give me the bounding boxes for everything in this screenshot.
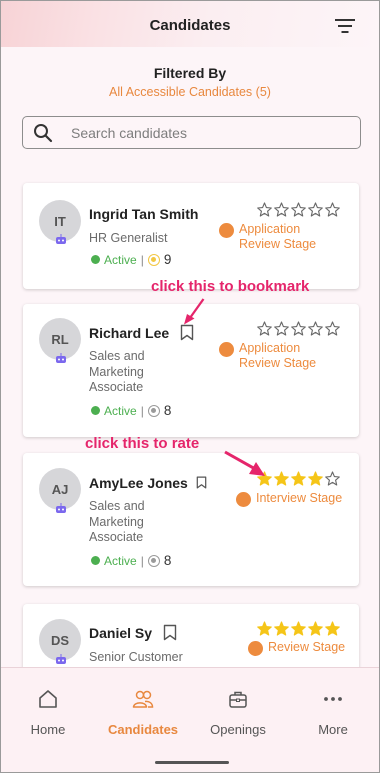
star-icon[interactable] [308, 471, 323, 486]
star-icon[interactable] [325, 471, 340, 486]
points-coin-icon [147, 554, 160, 567]
star-icon[interactable] [325, 202, 340, 217]
nav-label: Home [30, 722, 66, 737]
bookmark-icon[interactable] [196, 476, 207, 489]
candidate-name[interactable]: AmyLee Jones [89, 475, 188, 491]
bookmark-annotation: click this to bookmark [151, 278, 310, 295]
star-icon[interactable] [308, 621, 323, 636]
status-row: Active | 9 [91, 252, 171, 267]
rating-stars[interactable] [257, 471, 340, 486]
star-icon[interactable] [257, 321, 272, 336]
star-icon[interactable] [274, 321, 289, 336]
stage-badge[interactable]: Interview Stage [236, 491, 342, 507]
stage-label: Application Review Stage [239, 222, 317, 251]
status-text: Active [104, 252, 137, 267]
stage-badge[interactable]: Review Stage [248, 640, 345, 656]
filter-icon[interactable] [335, 18, 355, 34]
people-icon [132, 690, 154, 708]
points-value: 8 [163, 403, 172, 418]
bottom-nav: Home Candidates Openings More [1, 667, 379, 772]
star-icon[interactable] [325, 321, 340, 336]
candidate-role: Sales and Marketing Associate [89, 349, 145, 394]
star-icon[interactable] [257, 202, 272, 217]
star-icon[interactable] [325, 621, 340, 636]
stage-badge[interactable]: Application Review Stage [219, 222, 329, 251]
candidate-name[interactable]: Ingrid Tan Smith [89, 206, 198, 222]
candidate-name[interactable]: Richard Lee [89, 325, 169, 341]
status-dot [91, 556, 100, 565]
status-row: Active | 8 [91, 403, 171, 418]
search-box[interactable] [22, 116, 361, 149]
star-icon[interactable] [291, 471, 306, 486]
stage-dot-icon [219, 342, 234, 357]
stage-badge[interactable]: Application Review Stage [219, 341, 329, 370]
separator: | [140, 403, 144, 418]
bookmark-icon[interactable] [163, 624, 177, 641]
stage-dot-icon [236, 492, 251, 507]
star-icon[interactable] [291, 202, 306, 217]
status-text: Active [104, 553, 137, 568]
search-icon [34, 124, 53, 143]
candidate-card[interactable]: AJ AmyLee Jones Sales and Marketing Asso… [23, 453, 359, 586]
page-title: Candidates [149, 17, 231, 34]
separator: | [140, 252, 144, 267]
nav-more[interactable]: More [293, 688, 373, 737]
stage-dot-icon [248, 641, 263, 656]
rate-annotation: click this to rate [85, 435, 200, 452]
star-icon[interactable] [308, 321, 323, 336]
points-coin-icon [147, 253, 160, 266]
star-icon[interactable] [274, 621, 289, 636]
app-screen: Candidates Filtered By All Accessible Ca… [0, 0, 380, 773]
candidate-card[interactable]: IT Ingrid Tan Smith HR Generalist Active… [23, 183, 359, 289]
candidate-role: Sales and Marketing Associate [89, 499, 145, 544]
annotation-arrow-icon [184, 298, 205, 325]
candidate-role: Senior Customer [89, 650, 183, 664]
star-icon[interactable] [291, 321, 306, 336]
candidate-name[interactable]: Daniel Sy [89, 625, 152, 641]
home-indicator [155, 761, 229, 764]
rating-stars[interactable] [257, 621, 340, 636]
more-dots-icon [324, 697, 342, 701]
star-icon[interactable] [308, 202, 323, 217]
search-input[interactable] [71, 117, 351, 148]
filter-value-link[interactable]: All Accessible Candidates (5) [1, 85, 379, 99]
status-dot [91, 255, 100, 264]
rating-stars[interactable] [257, 202, 340, 217]
nav-candidates[interactable]: Candidates [103, 688, 183, 737]
separator: | [140, 553, 144, 568]
home-icon [39, 690, 57, 708]
bot-icon [56, 234, 66, 244]
bot-icon [56, 353, 66, 363]
filtered-by-heading: Filtered By [153, 65, 227, 81]
star-icon[interactable] [257, 621, 272, 636]
star-icon[interactable] [274, 202, 289, 217]
nav-home[interactable]: Home [8, 688, 88, 737]
points-value: 9 [163, 252, 172, 267]
status-text: Active [104, 403, 137, 418]
candidate-role: HR Generalist [89, 231, 168, 245]
header-bar: Candidates [1, 1, 379, 47]
annotation-arrow-icon [224, 450, 265, 476]
nav-label: Candidates [107, 722, 179, 737]
stage-dot-icon [219, 223, 234, 238]
points-value: 8 [163, 553, 172, 568]
nav-label: More [318, 722, 348, 737]
stage-label: Interview Stage [256, 491, 343, 505]
briefcase-icon [229, 691, 247, 708]
nav-openings[interactable]: Openings [198, 688, 278, 737]
bot-icon [56, 503, 66, 513]
stage-label: Review Stage [268, 640, 346, 654]
star-icon[interactable] [291, 621, 306, 636]
bot-icon [56, 654, 66, 664]
status-row: Active | 8 [91, 553, 171, 568]
star-icon[interactable] [274, 471, 289, 486]
stage-label: Application Review Stage [239, 341, 317, 370]
rating-stars[interactable] [257, 321, 340, 336]
status-dot [91, 406, 100, 415]
nav-label: Openings [210, 722, 266, 737]
points-coin-icon [147, 404, 160, 417]
